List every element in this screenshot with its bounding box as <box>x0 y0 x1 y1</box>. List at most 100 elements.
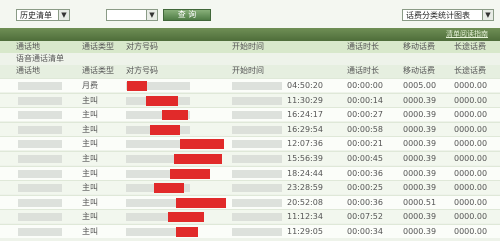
sub-column-header: 通话地 通话类型 对方号码 开始时间 通话时长 移动话费 长途话费 <box>0 65 500 78</box>
date-cell <box>232 125 282 134</box>
number-redaction <box>170 168 210 179</box>
date-cell <box>232 213 282 222</box>
time-cell: 16:29:54 <box>287 124 323 134</box>
duration-cell: 00:00:58 <box>347 124 383 134</box>
time-cell: 11:29:05 <box>287 227 323 236</box>
number-redaction <box>127 81 147 91</box>
location-cell <box>18 111 62 120</box>
duration-cell: 00:00:45 <box>347 154 383 163</box>
chevron-down-icon[interactable]: ▼ <box>58 10 69 20</box>
longdist-cell: 0000.00 <box>454 81 488 90</box>
duration-cell: 00:00:21 <box>347 139 383 149</box>
chevron-down-icon[interactable]: ▼ <box>482 10 493 20</box>
time-cell: 23:28:59 <box>287 183 323 193</box>
table-row: 主叫 20:52:08 00:00:36 0000.51 0000.00 <box>0 194 500 209</box>
location-cell <box>18 198 62 207</box>
longdist-cell: 0000.00 <box>454 139 488 149</box>
longdist-cell: 0000.00 <box>454 124 488 134</box>
duration-cell: 00:00:27 <box>347 110 383 120</box>
fee-cell: 0005.00 <box>403 81 437 90</box>
longdist-cell: 0000.00 <box>454 154 488 163</box>
number-redaction <box>180 139 224 150</box>
fee-cell: 0000.39 <box>403 227 437 236</box>
col-longdist: 长途话费 <box>454 42 486 51</box>
location-cell <box>18 140 62 149</box>
number-redaction <box>168 212 204 223</box>
type-cell: 主叫 <box>82 110 98 120</box>
location-cell <box>18 213 62 222</box>
duration-cell: 00:07:52 <box>347 212 383 222</box>
time-cell: 04:50:20 <box>287 81 323 90</box>
history-select[interactable]: 历史清单 ▼ <box>16 9 70 21</box>
duration-cell: 00:00:25 <box>347 183 383 193</box>
longdist-cell: 0000.00 <box>454 168 488 178</box>
date-cell <box>232 96 282 105</box>
duration-cell: 00:00:14 <box>347 95 383 105</box>
duration-cell: 00:00:34 <box>347 227 383 236</box>
col-start: 开始时间 <box>232 66 264 75</box>
fee-cell: 0000.39 <box>403 139 437 149</box>
date-cell <box>232 228 282 236</box>
section-label: 语音通话清单 <box>16 54 64 63</box>
date-cell <box>232 198 282 207</box>
stats-select[interactable]: 话费分类统计图表 ▼ <box>402 9 494 21</box>
number-redaction <box>150 124 180 135</box>
col-longdist: 长途话费 <box>454 66 486 75</box>
col-number: 对方号码 <box>126 66 158 75</box>
table-row: 主叫 11:30:29 00:00:14 0000.39 0000.00 <box>0 92 500 107</box>
col-duration: 通话时长 <box>347 66 379 75</box>
time-cell: 16:24:17 <box>287 110 323 120</box>
number-redaction <box>154 183 184 194</box>
history-select-value: 历史清单 <box>20 11 52 20</box>
type-cell: 主叫 <box>82 227 98 236</box>
type-cell: 主叫 <box>82 212 98 222</box>
col-fee: 移动话费 <box>403 42 435 51</box>
duration-cell: 00:00:36 <box>347 197 383 207</box>
type-cell: 主叫 <box>82 154 98 163</box>
location-cell <box>18 125 62 134</box>
time-cell: 11:12:34 <box>287 212 323 222</box>
fee-cell: 0000.39 <box>403 124 437 134</box>
col-location: 通话地 <box>16 66 40 75</box>
query-button[interactable]: 查 询 <box>163 9 211 21</box>
longdist-cell: 0000.00 <box>454 110 488 120</box>
time-cell: 15:56:39 <box>287 154 323 163</box>
location-cell <box>18 169 62 178</box>
table-row: 主叫 11:29:05 00:00:34 0000.39 0000.00 <box>0 224 500 238</box>
guide-link[interactable]: 清单阅读指南 <box>446 29 488 40</box>
longdist-cell: 0000.00 <box>454 197 488 207</box>
fee-cell: 0000.39 <box>403 183 437 193</box>
type-cell: 主叫 <box>82 139 98 149</box>
stats-select-value: 话费分类统计图表 <box>406 11 470 20</box>
table-row: 主叫 11:12:34 00:07:52 0000.39 0000.00 <box>0 209 500 224</box>
table-row: 主叫 16:24:17 00:00:27 0000.39 0000.00 <box>0 107 500 122</box>
chevron-down-icon[interactable]: ▼ <box>146 10 157 20</box>
location-cell <box>18 228 62 236</box>
longdist-cell: 0000.00 <box>454 227 488 236</box>
table-row: 主叫 23:28:59 00:00:25 0000.39 0000.00 <box>0 180 500 195</box>
section-title: 语音通话清单 <box>0 53 500 65</box>
number-redaction <box>174 154 222 164</box>
fee-cell: 0000.51 <box>403 197 437 207</box>
location-cell <box>18 82 62 90</box>
table-row: 主叫 16:29:54 00:00:58 0000.39 0000.00 <box>0 121 500 136</box>
date-select[interactable]: ▼ <box>106 9 158 21</box>
date-cell <box>232 111 282 120</box>
location-cell <box>18 96 62 105</box>
duration-cell: 00:00:00 <box>347 81 383 90</box>
duration-cell: 00:00:36 <box>347 168 383 178</box>
time-cell: 11:30:29 <box>287 95 323 105</box>
date-cell <box>232 169 282 178</box>
longdist-cell: 0000.00 <box>454 212 488 222</box>
table-row: 主叫 12:07:36 00:00:21 0000.39 0000.00 <box>0 136 500 151</box>
type-cell: 主叫 <box>82 183 98 193</box>
type-cell: 月费 <box>82 81 98 90</box>
col-type: 通话类型 <box>82 66 114 75</box>
col-location: 通话地 <box>16 42 40 51</box>
col-number: 对方号码 <box>126 42 158 51</box>
type-cell: 主叫 <box>82 124 98 134</box>
date-cell <box>232 155 282 163</box>
table-row: 月费 04:50:20 00:00:00 0005.00 0000.00 <box>0 78 500 92</box>
column-header: 通话地 通话类型 对方号码 开始时间 通话时长 移动话费 长途话费 <box>0 41 500 53</box>
time-cell: 12:07:36 <box>287 139 323 149</box>
